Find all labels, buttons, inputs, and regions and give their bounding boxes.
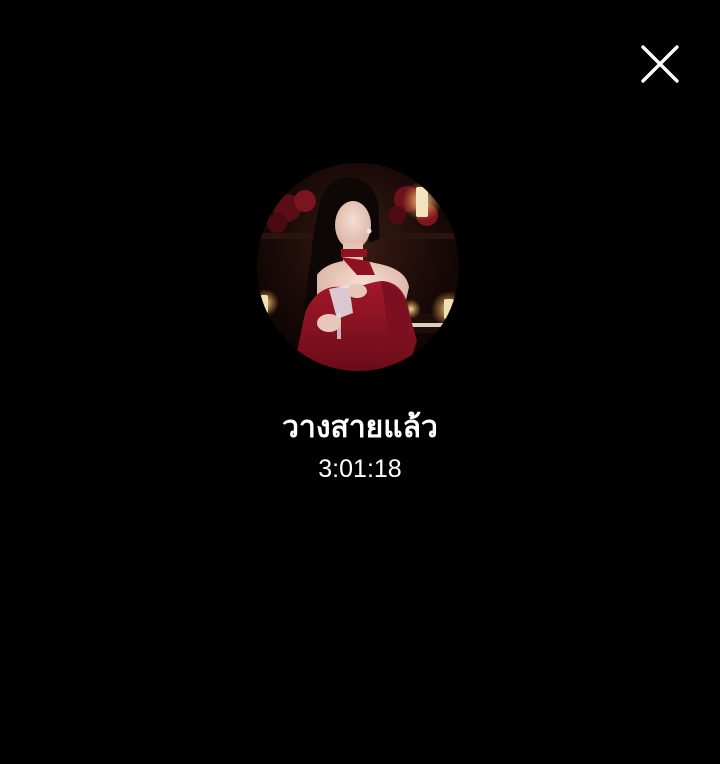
call-status-label: วางสายแล้ว [282,410,438,445]
contact-avatar [257,163,459,371]
close-icon [641,45,679,83]
call-ended-screen: วางสายแล้ว 3:01:18 [0,0,720,764]
avatar-photo [257,163,459,371]
close-button[interactable] [636,40,684,88]
call-duration: 3:01:18 [318,455,402,483]
